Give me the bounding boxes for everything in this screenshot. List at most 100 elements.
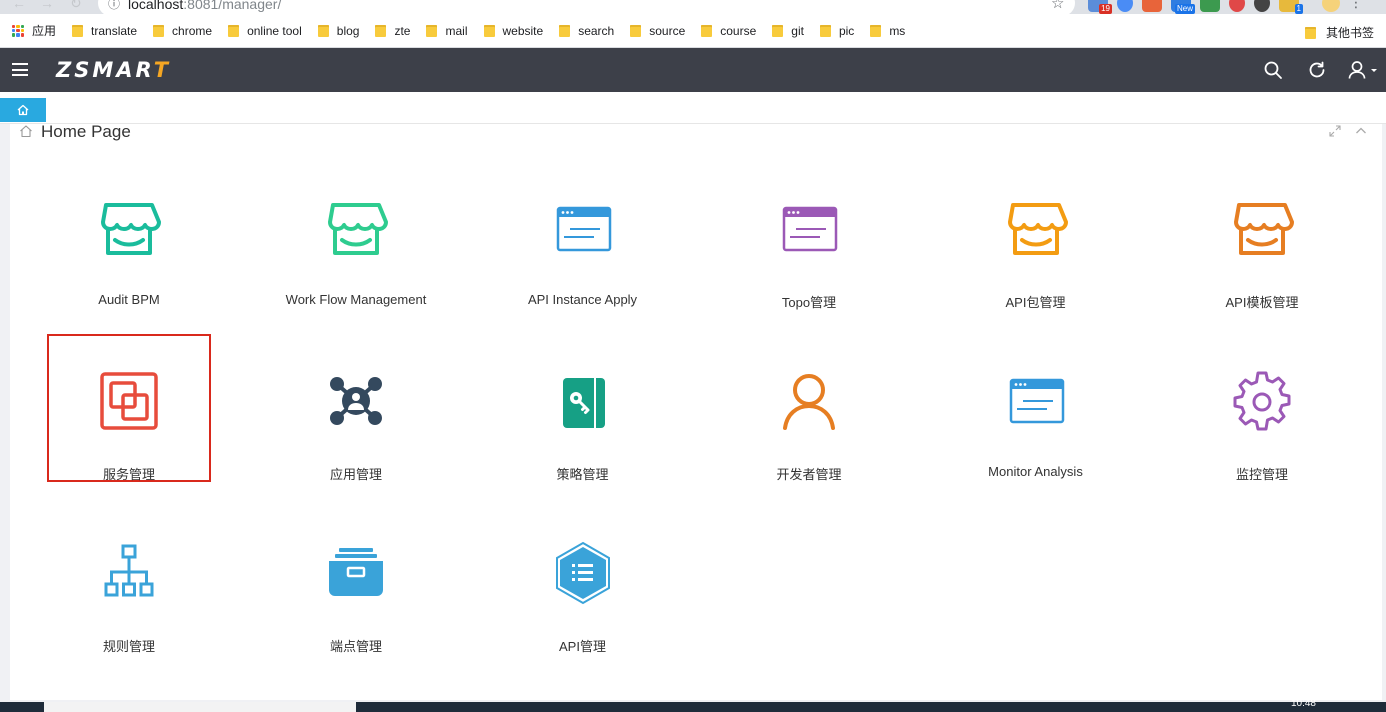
app-tile-label: 规则管理 xyxy=(102,639,155,654)
app-tile[interactable]: API Instance Apply xyxy=(501,162,665,310)
bookmark-item[interactable]: course xyxy=(701,24,756,38)
hexagon-list-icon xyxy=(550,540,616,606)
app-tile-label: API管理 xyxy=(559,639,606,654)
app-tile[interactable]: 服务管理 xyxy=(47,334,211,482)
bookmark-item[interactable]: online tool xyxy=(228,24,302,38)
app-tile[interactable]: API管理 xyxy=(501,506,665,654)
extension-badge: 1 xyxy=(1294,4,1303,14)
home-panel: Home Page Audit BPM Work Flow Management A… xyxy=(10,122,1382,700)
app-tile[interactable]: 规则管理 xyxy=(47,506,211,654)
bookmark-item[interactable]: 应用 xyxy=(12,22,56,39)
folder-icon xyxy=(701,24,713,37)
tab-strip xyxy=(0,92,1386,124)
app-tile-label: Topo管理 xyxy=(781,295,837,310)
bookmark-item[interactable]: git xyxy=(772,24,804,38)
bookmark-item[interactable]: search xyxy=(559,24,614,38)
extension-icon[interactable]: 1 xyxy=(1279,0,1303,14)
forward-icon[interactable]: → xyxy=(40,0,54,11)
network-icon xyxy=(323,368,389,434)
taskbar-clock: 10:48 xyxy=(1290,698,1316,709)
bookmark-item[interactable]: blog xyxy=(317,23,360,38)
extension-icon[interactable] xyxy=(1117,0,1133,12)
app-tile[interactable]: 监控管理 xyxy=(1180,334,1344,482)
app-tile-label: 开发者管理 xyxy=(776,467,842,482)
user-icon[interactable] xyxy=(1348,60,1378,80)
extension-icon[interactable] xyxy=(1200,0,1220,12)
store-icon xyxy=(1229,196,1295,262)
folder-icon xyxy=(426,24,438,37)
extension-badge: 19 xyxy=(1099,4,1112,14)
collapse-icon[interactable] xyxy=(1354,124,1368,138)
app-tile-label: API Instance Apply xyxy=(527,292,638,307)
bookmark-label: git xyxy=(791,23,804,38)
bookmark-label: blog xyxy=(336,23,360,38)
store-icon xyxy=(96,196,162,262)
window-icon xyxy=(776,196,842,262)
site-info-icon[interactable]: ⓘ xyxy=(108,0,120,12)
url-host: localhost xyxy=(128,0,184,12)
logo-accent: T xyxy=(153,58,172,82)
bookmark-item[interactable]: website xyxy=(483,23,544,38)
app-header: ZSMART xyxy=(0,48,1386,92)
app-tile-label: Audit BPM xyxy=(98,292,160,307)
folder-icon xyxy=(1304,26,1316,39)
app-tile[interactable]: Audit BPM xyxy=(47,162,211,310)
app-tile-label: Monitor Analysis xyxy=(988,464,1083,479)
bookmark-item[interactable]: mail xyxy=(426,24,468,38)
app-tile[interactable]: Work Flow Management xyxy=(274,162,438,310)
app-tile-label: Work Flow Management xyxy=(285,292,427,307)
extension-icon[interactable] xyxy=(1142,0,1162,12)
app-tile[interactable]: 开发者管理 xyxy=(727,334,891,482)
menu-icon[interactable] xyxy=(12,63,28,76)
reload-icon[interactable]: ↻ xyxy=(70,0,82,12)
bookmark-item[interactable]: zte xyxy=(375,24,410,38)
bookmark-item[interactable]: source xyxy=(630,24,685,38)
taskbar-search[interactable] xyxy=(44,702,356,712)
app-tile[interactable]: 应用管理 xyxy=(274,334,438,482)
bookmark-label: website xyxy=(502,23,544,38)
extensions-strip: 19 New 1 ⋮ xyxy=(1088,0,1363,14)
extension-icon[interactable]: New xyxy=(1171,0,1195,14)
refresh-icon[interactable] xyxy=(1307,60,1327,80)
app-tile[interactable]: API包管理 xyxy=(954,162,1118,310)
url-text[interactable]: localhost:8081/manager/ xyxy=(128,0,281,12)
browser-menu-icon[interactable]: ⋮ xyxy=(1349,0,1363,12)
page-title: Home Page xyxy=(41,122,131,141)
extension-badge: New xyxy=(1174,4,1195,14)
bookmark-item[interactable]: pic xyxy=(819,24,854,38)
profile-avatar[interactable] xyxy=(1322,0,1340,12)
tab-home[interactable] xyxy=(0,98,46,122)
main-content: Home Page Audit BPM Work Flow Management A… xyxy=(0,122,1386,702)
other-bookmarks-label: 其他书签 xyxy=(1325,26,1374,40)
app-tile[interactable]: 策略管理 xyxy=(501,334,665,482)
extension-icon[interactable] xyxy=(1254,0,1270,12)
back-icon[interactable]: ← xyxy=(12,0,26,11)
search-icon[interactable] xyxy=(1263,60,1283,80)
person-icon xyxy=(776,368,842,434)
app-tile[interactable]: API模板管理 xyxy=(1180,162,1344,310)
folder-icon xyxy=(772,24,784,37)
bookmark-item[interactable]: chrome xyxy=(153,24,212,38)
expand-icon[interactable] xyxy=(1328,124,1342,138)
bookmark-label: chrome xyxy=(172,23,213,38)
window-icon xyxy=(550,196,616,262)
bookmark-item[interactable]: translate xyxy=(72,24,137,38)
bookmark-label: zte xyxy=(394,23,411,38)
bookmark-label: search xyxy=(578,23,615,38)
store-icon xyxy=(1003,196,1069,262)
app-logo: ZSMART xyxy=(56,58,171,82)
app-tile-label: API包管理 xyxy=(1005,295,1066,310)
other-bookmarks[interactable]: 其他书签 xyxy=(1304,24,1374,41)
bookmark-item[interactable]: ms xyxy=(870,24,905,38)
app-tile[interactable]: Monitor Analysis xyxy=(954,334,1118,482)
extension-icon[interactable] xyxy=(1229,0,1245,12)
folder-icon xyxy=(72,24,84,37)
bookmark-star-icon[interactable]: ☆ xyxy=(1051,0,1064,12)
folder-icon xyxy=(153,24,165,37)
folder-icon xyxy=(317,24,329,37)
app-tile[interactable]: 端点管理 xyxy=(274,506,438,654)
home-icon xyxy=(20,125,32,138)
folder-icon xyxy=(630,24,642,37)
app-tile[interactable]: Topo管理 xyxy=(727,162,891,310)
extension-icon[interactable]: 19 xyxy=(1088,0,1112,14)
